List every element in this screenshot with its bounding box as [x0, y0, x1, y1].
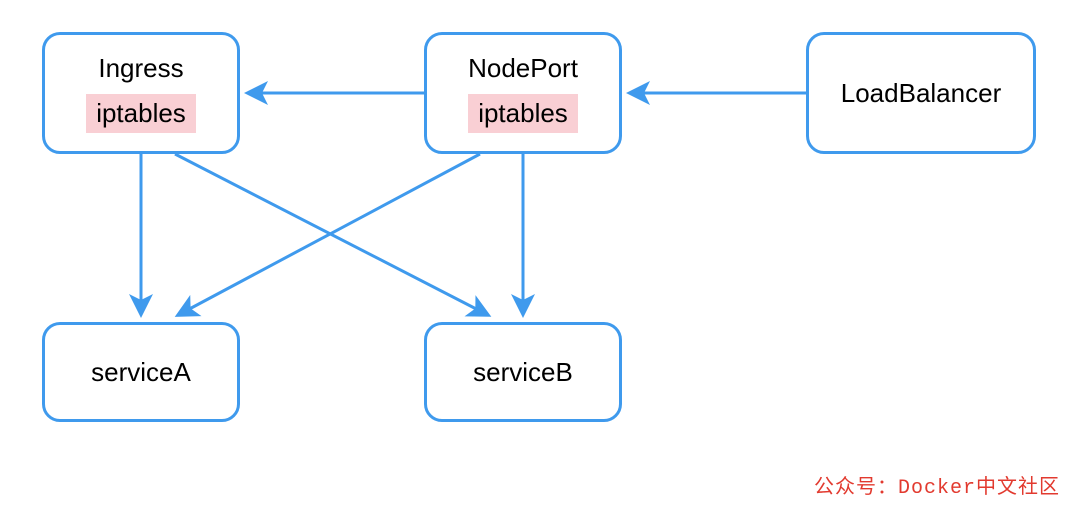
node-service-b-label: serviceB	[473, 357, 573, 388]
node-ingress-badge: iptables	[86, 94, 196, 133]
footer-attribution: 公众号：Docker中文社区	[814, 470, 1060, 500]
node-loadbalancer: LoadBalancer	[806, 32, 1036, 154]
node-ingress-title: Ingress	[98, 53, 183, 84]
node-service-b: serviceB	[424, 322, 622, 422]
node-service-a: serviceA	[42, 322, 240, 422]
node-nodeport: NodePort iptables	[424, 32, 622, 154]
node-ingress: Ingress iptables	[42, 32, 240, 154]
node-nodeport-badge: iptables	[468, 94, 578, 133]
edge-ingress-serviceb	[175, 154, 486, 314]
edge-nodeport-servicea	[180, 154, 480, 314]
node-loadbalancer-title: LoadBalancer	[841, 78, 1001, 109]
node-nodeport-title: NodePort	[468, 53, 578, 84]
node-service-a-label: serviceA	[91, 357, 191, 388]
